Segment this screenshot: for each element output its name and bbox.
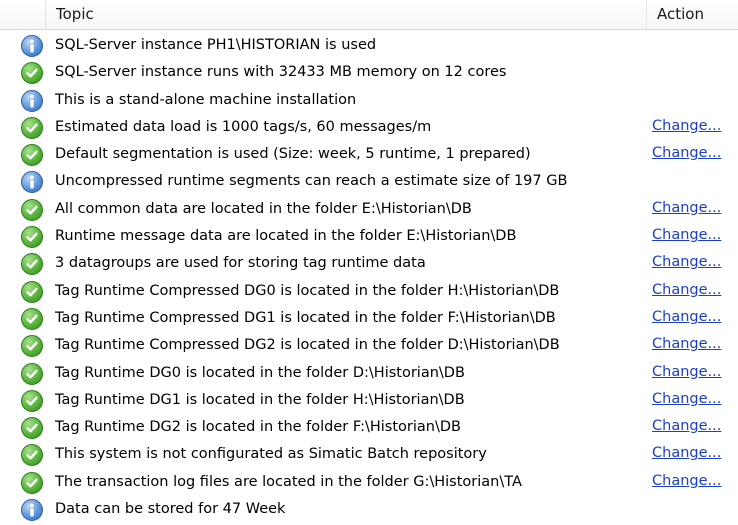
change-link[interactable]: Change... [652,332,721,359]
row-topic: Default segmentation is used (Size: week… [55,146,531,163]
row-topic: Tag Runtime DG0 is located in the folder… [55,364,465,381]
check-icon [21,417,43,440]
list-item[interactable]: This system is not configurated as Simat… [0,441,738,468]
row-topic: 3 datagroups are used for storing tag ru… [55,255,426,272]
check-icon [21,335,43,358]
check-icon [21,389,43,412]
summary-list-view: Topic Action SQL-Server instance PH1\HIS… [0,0,738,525]
change-link[interactable]: Change... [652,441,721,468]
row-topic: Tag Runtime Compressed DG2 is located in… [55,337,560,354]
list-item[interactable]: The transaction log files are located in… [0,469,738,496]
list-item[interactable]: Data can be stored for 47 Week [0,496,738,523]
list-item[interactable]: Tag Runtime DG2 is located in the folder… [0,414,738,441]
row-topic: Tag Runtime Compressed DG0 is located in… [55,282,560,299]
list-item[interactable]: Runtime message data are located in the … [0,223,738,250]
list-item[interactable]: SQL-Server instance runs with 32433 MB m… [0,59,738,86]
change-link[interactable]: Change... [652,278,721,305]
check-icon [21,226,43,249]
row-topic: The transaction log files are located in… [55,473,522,490]
list-item[interactable]: Tag Runtime DG0 is located in the folder… [0,360,738,387]
list-item[interactable]: Tag Runtime DG1 is located in the folder… [0,387,738,414]
list-header: Topic Action [0,0,738,30]
row-topic: SQL-Server instance runs with 32433 MB m… [55,64,507,81]
check-icon [21,471,43,494]
row-topic: All common data are located in the folde… [55,200,472,217]
change-link[interactable]: Change... [652,360,721,387]
list-item[interactable]: Estimated data load is 1000 tags/s, 60 m… [0,114,738,141]
row-topic: This is a stand-alone machine installati… [55,91,357,108]
change-link[interactable]: Change... [652,141,721,168]
change-link[interactable]: Change... [652,196,721,223]
status-column-header[interactable] [0,0,46,29]
change-link[interactable]: Change... [652,250,721,277]
check-icon [21,280,43,303]
info-icon [21,89,43,112]
check-icon [21,362,43,385]
topic-column-header[interactable]: Topic [46,0,647,29]
change-link[interactable]: Change... [652,387,721,414]
check-icon [21,116,43,139]
row-topic: Estimated data load is 1000 tags/s, 60 m… [55,118,432,135]
info-icon [21,35,43,57]
row-topic: Uncompressed runtime segments can reach … [55,173,568,190]
list-item[interactable]: 3 datagroups are used for storing tag ru… [0,250,738,277]
info-icon [21,171,43,194]
list-item[interactable]: Tag Runtime Compressed DG1 is located in… [0,305,738,332]
list-item[interactable]: Tag Runtime Compressed DG2 is located in… [0,332,738,359]
list-item[interactable]: Uncompressed runtime segments can reach … [0,168,738,195]
row-topic: Data can be stored for 47 Week [55,501,286,518]
info-icon [21,499,43,522]
change-link[interactable]: Change... [652,469,721,496]
change-link[interactable]: Change... [652,414,721,441]
list-item[interactable]: Default segmentation is used (Size: week… [0,141,738,168]
list-rows: SQL-Server instance PH1\HISTORIAN is use… [0,32,738,523]
row-topic: This system is not configurated as Simat… [55,446,487,463]
row-topic: Runtime message data are located in the … [55,228,517,245]
list-item[interactable]: All common data are located in the folde… [0,196,738,223]
check-icon [21,253,43,276]
change-link[interactable]: Change... [652,305,721,332]
check-icon [21,198,43,221]
check-icon [21,144,43,167]
row-topic: Tag Runtime Compressed DG1 is located in… [55,309,556,326]
list-item[interactable]: Tag Runtime Compressed DG0 is located in… [0,278,738,305]
list-item[interactable]: This is a stand-alone machine installati… [0,87,738,114]
change-link[interactable]: Change... [652,114,721,141]
row-topic: SQL-Server instance PH1\HISTORIAN is use… [55,37,377,53]
check-icon [21,307,43,330]
row-topic: Tag Runtime DG2 is located in the folder… [55,419,461,436]
change-link[interactable]: Change... [652,223,721,250]
list-item[interactable]: SQL-Server instance PH1\HISTORIAN is use… [0,32,738,59]
row-topic: Tag Runtime DG1 is located in the folder… [55,391,465,408]
check-icon [21,444,43,467]
action-column-header[interactable]: Action [647,0,738,29]
check-icon [21,62,43,85]
